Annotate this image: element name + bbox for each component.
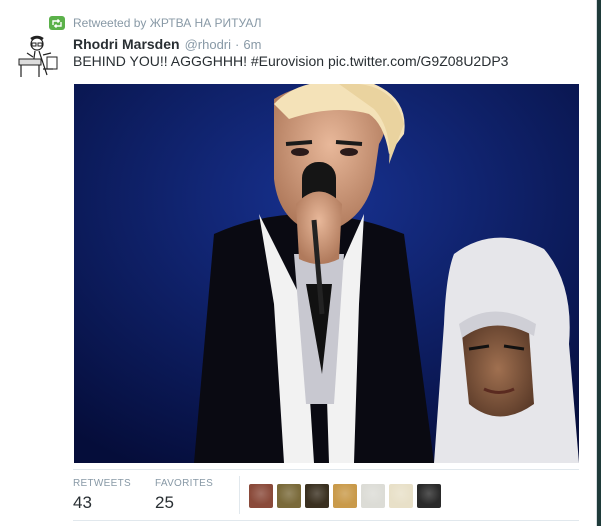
favoriter-avatar[interactable]	[389, 484, 413, 508]
tweet-card: Retweeted by ЖРТВА НА РИТУАЛ Rhodri Mars…	[0, 0, 597, 526]
timestamp[interactable]: 6m	[243, 37, 261, 52]
retweeter-link[interactable]: ЖРТВА НА РИТУАЛ	[150, 16, 262, 30]
favorites-count: 25	[155, 493, 174, 512]
favoriter-avatar[interactable]	[305, 484, 329, 508]
favorites-label: FAVORITES	[155, 478, 214, 489]
media-link[interactable]: pic.twitter.com/G9Z08U2DP3	[328, 53, 509, 69]
tweet-header: Rhodri Marsden @rhodri · 6m	[73, 36, 261, 52]
favoriter-avatar[interactable]	[277, 484, 301, 508]
retweets-stat[interactable]: RETWEETS 43	[73, 478, 131, 513]
divider	[73, 520, 579, 521]
favoriter-avatar[interactable]	[417, 484, 441, 508]
favoriter-avatar[interactable]	[361, 484, 385, 508]
separator-dot: ·	[235, 37, 240, 52]
divider	[73, 469, 579, 470]
favoriter-avatar[interactable]	[333, 484, 357, 508]
retweets-label: RETWEETS	[73, 478, 131, 489]
retweet-context: Retweeted by ЖРТВА НА РИТУАЛ	[49, 15, 261, 31]
tweet-text-plain: BEHIND YOU!! AGGGHHH!	[73, 53, 251, 69]
tweet-text: BEHIND YOU!! AGGGHHH! #Eurovision pic.tw…	[73, 53, 508, 69]
stats-separator	[239, 476, 240, 514]
tweet-photo[interactable]	[74, 84, 579, 463]
retweet-context-text: Retweeted by ЖРТВА НА РИТУАЛ	[73, 16, 261, 30]
favoriter-avatar[interactable]	[249, 484, 273, 508]
hashtag-link[interactable]: #Eurovision	[251, 53, 324, 69]
retweets-count: 43	[73, 493, 92, 512]
favoriters-list	[249, 484, 441, 508]
retweet-prefix: Retweeted by	[73, 16, 147, 30]
author-name[interactable]: Rhodri Marsden	[73, 36, 180, 52]
author-handle[interactable]: @rhodri	[185, 37, 231, 52]
favorites-stat[interactable]: FAVORITES 25	[155, 478, 213, 513]
retweet-icon	[49, 16, 65, 30]
avatar[interactable]	[13, 35, 61, 83]
